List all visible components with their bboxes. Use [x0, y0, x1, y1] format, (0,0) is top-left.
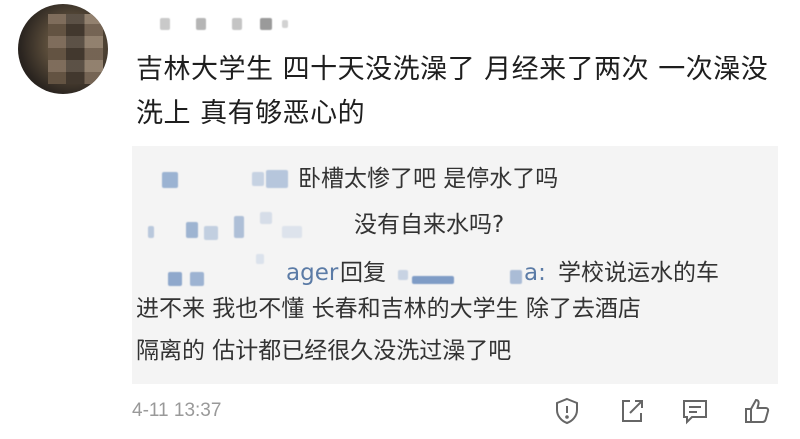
avatar[interactable]	[18, 4, 108, 94]
reply-text-3a: 学校说运水的车	[558, 260, 719, 286]
reply-text-2: 没有自来水吗?	[354, 212, 505, 238]
reply-author-blurred[interactable]	[168, 272, 182, 286]
reply-author-blurred[interactable]	[148, 226, 154, 238]
reply-text-3b: 进不来 我也不懂 长春和吉林的大学生 除了去酒店	[136, 296, 641, 322]
post-footer: 4-11 13:37	[132, 394, 782, 434]
timestamp: 4-11 13:37	[132, 400, 222, 421]
like-thumb-icon[interactable]	[742, 396, 772, 426]
reply-author-name[interactable]: ager	[286, 256, 338, 290]
comment-icon[interactable]	[680, 396, 710, 426]
share-icon[interactable]	[617, 396, 647, 426]
post-text: 吉林大学生 四十天没洗澡了 月经来了两次 一次澡没洗上 真有够恶心的	[136, 54, 769, 129]
report-shield-icon[interactable]	[552, 396, 582, 426]
reply-text-1: 卧槽太惨了吧 是停水了吗	[298, 166, 559, 192]
replies-container[interactable]: 卧槽太惨了吧 是停水了吗 没有自来水吗? ager 回复 a: 学校说运水的车 …	[132, 146, 778, 384]
reply-target-name[interactable]: a:	[524, 256, 546, 290]
reply-author-blurred[interactable]	[162, 172, 178, 188]
username-blurred[interactable]	[160, 12, 310, 36]
reply-text-3c: 隔离的 估计都已经很久没洗过澡了吧	[136, 338, 512, 364]
reply-word: 回复	[340, 260, 386, 286]
